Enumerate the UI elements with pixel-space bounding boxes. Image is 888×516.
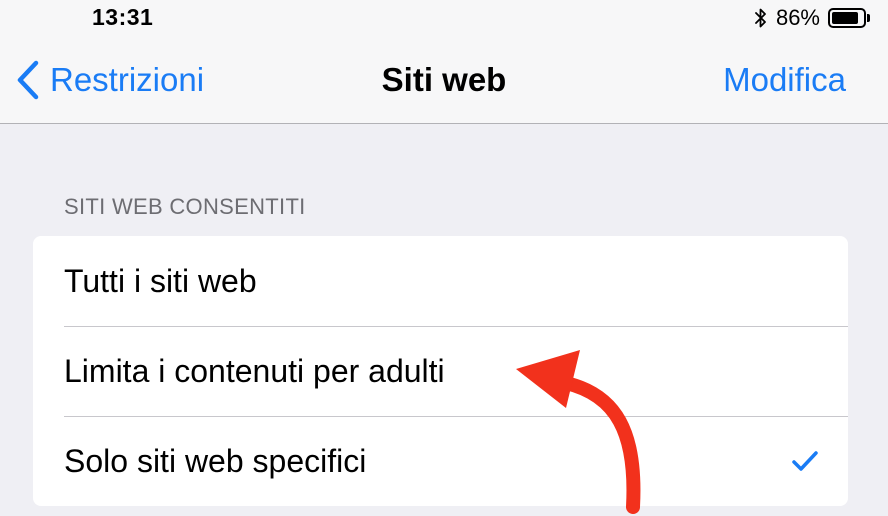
option-specific-websites-only[interactable]: Solo siti web specifici — [33, 416, 848, 506]
option-label: Tutti i siti web — [64, 262, 257, 299]
option-limit-adult-content[interactable]: Limita i contenuti per adulti — [33, 326, 848, 416]
edit-button[interactable]: Modifica — [723, 58, 846, 102]
chevron-left-icon — [17, 60, 39, 100]
battery-percent: 86% — [775, 5, 820, 30]
back-button[interactable]: Restrizioni — [16, 58, 204, 102]
battery-icon — [828, 8, 870, 28]
status-time: 13:31 — [92, 4, 154, 30]
checkmark-icon — [792, 451, 818, 471]
section-header: SITI WEB CONSENTITI — [64, 194, 306, 219]
navigation-bar: Restrizioni Siti web Modifica — [0, 38, 888, 124]
option-label: Limita i contenuti per adulti — [64, 352, 445, 389]
back-button-label: Restrizioni — [50, 61, 205, 98]
battery-fill — [832, 12, 858, 24]
bluetooth-icon — [755, 8, 766, 28]
status-right-group: 86% — [754, 4, 870, 32]
option-label: Solo siti web specifici — [64, 442, 367, 479]
option-all-websites[interactable]: Tutti i siti web — [33, 236, 848, 326]
allowed-websites-options: Tutti i siti web Limita i contenuti per … — [33, 236, 848, 506]
status-bar: 13:31 86% — [0, 0, 888, 38]
